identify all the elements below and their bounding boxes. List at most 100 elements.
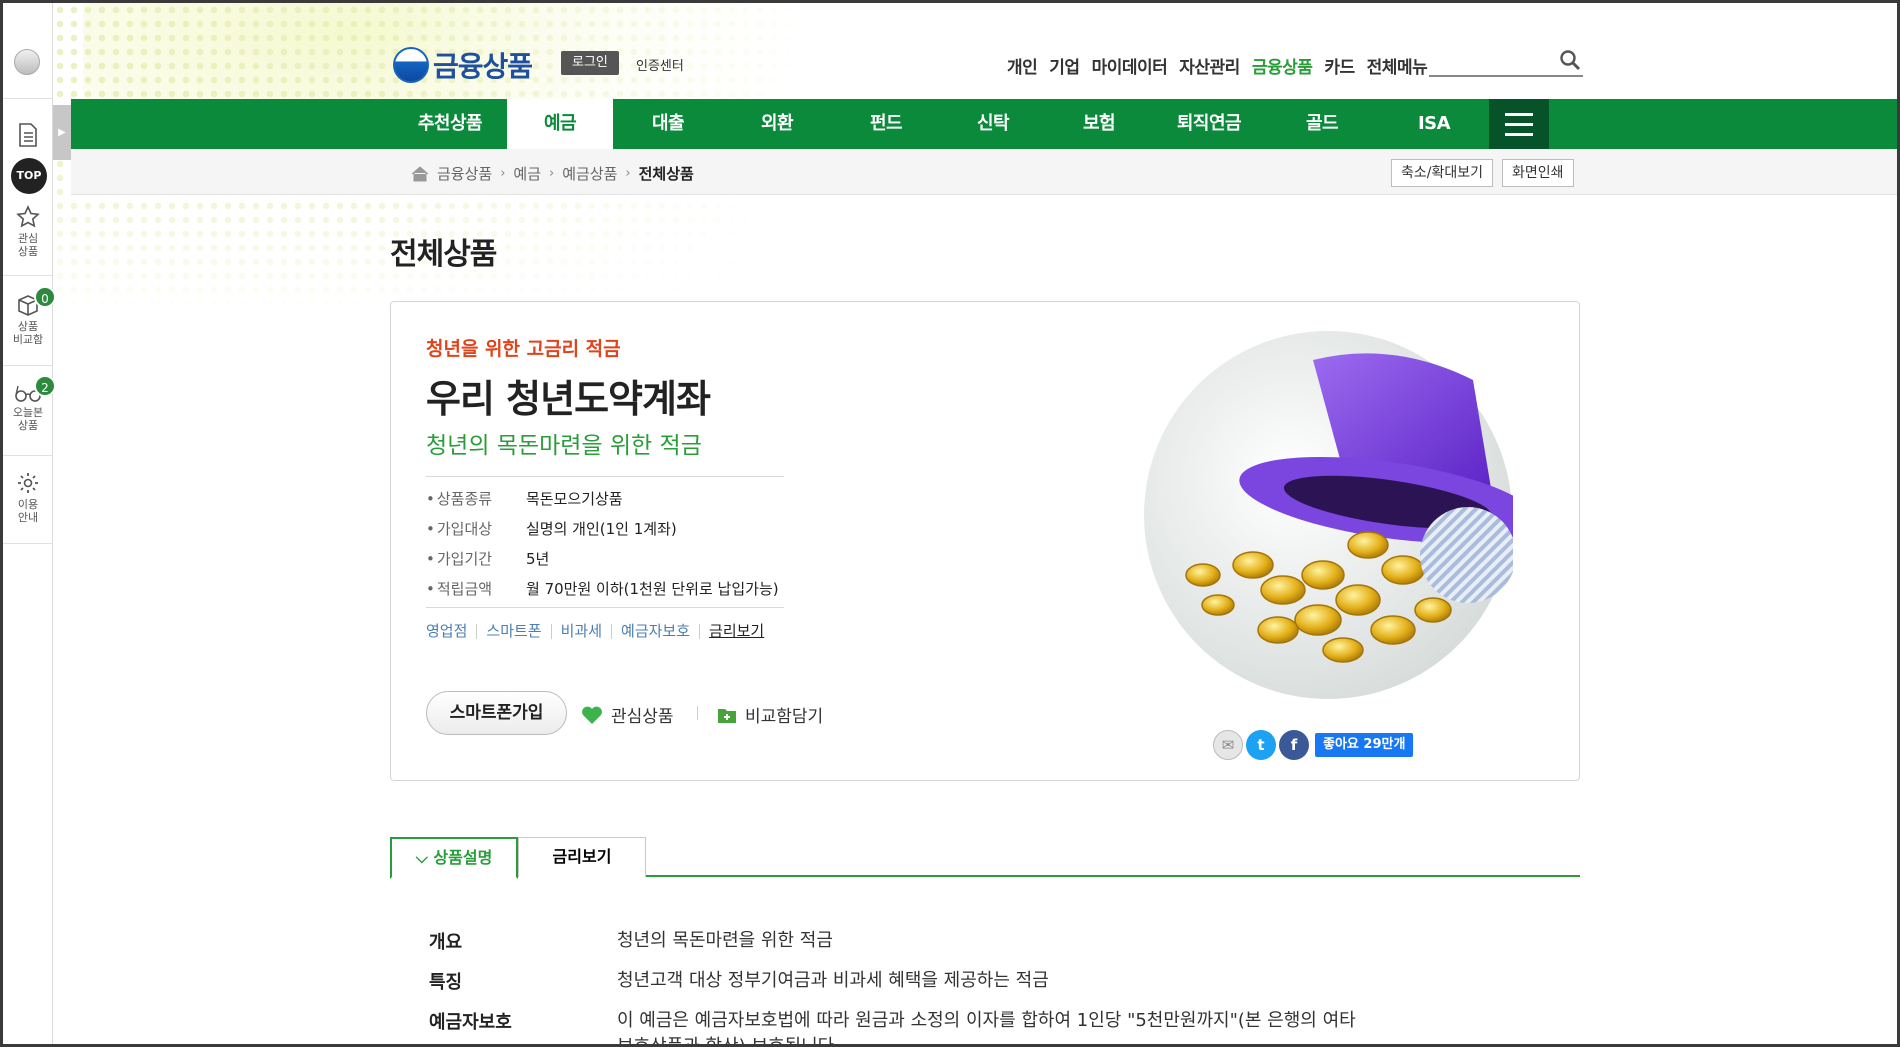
gnb-loan[interactable]: 대출 xyxy=(613,99,723,149)
description-value: 이 예금은 예금자보호법에 따라 원금과 소정의 이자를 합하여 1인당 "5천… xyxy=(617,1010,1356,1044)
detail-tabs: ⌵ 상품설명 금리보기 xyxy=(390,837,1580,879)
info-key: 가입기간 xyxy=(426,548,526,569)
description-key: 예금자보호 xyxy=(429,1012,512,1033)
zoom-button[interactable]: 축소/확대보기 xyxy=(1391,159,1493,187)
search-icon[interactable] xyxy=(1559,49,1581,71)
info-key: 적립금액 xyxy=(426,578,526,599)
email-share-icon[interactable]: ✉ xyxy=(1213,730,1243,760)
breadcrumb-item[interactable]: 예금 xyxy=(513,163,541,184)
tab-product-description[interactable]: ⌵ 상품설명 xyxy=(390,837,518,879)
page-title: 전체상품 xyxy=(390,237,497,272)
description-row: 예금자보호 이 예금은 예금자보호법에 따라 원금과 소정의 이자를 합하여 1… xyxy=(429,1008,1377,1044)
quick-item-document[interactable] xyxy=(3,123,53,150)
breadcrumb-bar: 금융상품 › 예금 › 예금상품 › 전체상품 축소/확대보기 화면인쇄 xyxy=(71,149,1897,195)
topnav-card[interactable]: 카드 xyxy=(1324,53,1355,78)
hamburger-menu-icon[interactable] xyxy=(1489,99,1549,149)
quick-item-guide[interactable]: 이용 안내 xyxy=(3,471,53,524)
product-info-row: 가입기간 5년 xyxy=(426,548,549,569)
gnb-forex[interactable]: 외환 xyxy=(723,99,831,149)
facebook-icon[interactable]: f xyxy=(1279,730,1309,760)
quick-menu-collapse-handle[interactable]: ▶ xyxy=(53,105,71,160)
topnav-personal[interactable]: 개인 xyxy=(1007,53,1038,78)
quick-item-label: 오늘본 상품 xyxy=(12,406,44,432)
description-key: 개요 xyxy=(429,932,463,953)
divider xyxy=(3,275,53,276)
divider xyxy=(697,706,698,720)
description-value: 청년고객 대상 정부기여금과 비과세 혜택을 제공하는 적금 xyxy=(617,970,1049,991)
divider xyxy=(3,455,53,456)
compare-button[interactable]: 비교함담기 xyxy=(717,702,823,727)
topnav-mydata[interactable]: 마이데이터 xyxy=(1092,53,1168,78)
description-key: 특징 xyxy=(429,972,463,993)
browser-viewport: TOP 관심 상품 상품 비교함 0 오늘본 상품 2 이용 안내 ▶ 금융상품… xyxy=(3,3,1897,1044)
quick-menu-bar: TOP 관심 상품 상품 비교함 0 오늘본 상품 2 이용 안내 xyxy=(3,3,56,1044)
divider xyxy=(3,543,53,544)
gnb-recommended[interactable]: 추천상품 xyxy=(393,99,507,149)
breadcrumb-item[interactable]: 금융상품 xyxy=(437,163,492,184)
tag-deposit-protection: 예금자보호 xyxy=(611,624,699,639)
quick-menu-toggle-icon[interactable] xyxy=(14,49,40,75)
gnb-pension[interactable]: 퇴직연금 xyxy=(1153,99,1265,149)
smartphone-join-button[interactable]: 스마트폰가입 xyxy=(426,691,567,735)
cert-center-link[interactable]: 인증센터 xyxy=(636,55,684,74)
scroll-top-button[interactable]: TOP xyxy=(11,158,47,194)
favorite-button[interactable]: 관심상품 xyxy=(581,702,674,727)
recent-count-badge: 2 xyxy=(34,375,56,397)
breadcrumb-separator: › xyxy=(500,166,506,181)
breadcrumb-item[interactable]: 예금상품 xyxy=(562,163,617,184)
compare-label: 비교함담기 xyxy=(745,707,824,727)
top-navigation: 개인 기업 마이데이터 자산관리 금융상품 카드 전체메뉴 xyxy=(1007,53,1428,78)
divider xyxy=(3,365,53,366)
rate-view-link[interactable]: 금리보기 xyxy=(699,624,773,639)
product-card: 청년을 위한 고금리 적금 우리 청년도약계좌 청년의 목돈마련을 위한 적금 … xyxy=(390,301,1580,781)
twitter-icon[interactable]: t xyxy=(1246,730,1276,760)
tag-branch: 영업점 xyxy=(426,622,468,640)
topnav-corporate[interactable]: 기업 xyxy=(1049,53,1080,78)
quick-item-label: 관심 상품 xyxy=(17,232,39,258)
facebook-like-button[interactable]: 좋아요 29만개 xyxy=(1315,733,1414,757)
gnb-isa[interactable]: ISA xyxy=(1379,99,1489,149)
topnav-products[interactable]: 금융상품 xyxy=(1252,53,1313,78)
share-bar: ✉ t f 좋아요 29만개 xyxy=(1213,730,1414,760)
print-button[interactable]: 화면인쇄 xyxy=(1502,159,1574,187)
logo-text: 금융상품 xyxy=(433,50,533,83)
search-input[interactable] xyxy=(1429,47,1583,77)
bank-logo-icon xyxy=(393,47,429,83)
breadcrumb-separator: › xyxy=(625,166,631,181)
gnb-deposit[interactable]: 예금 xyxy=(507,99,613,149)
info-value: 5년 xyxy=(526,550,550,568)
gnb-fund[interactable]: 펀드 xyxy=(831,99,941,149)
favorite-label: 관심상품 xyxy=(611,707,674,727)
divider xyxy=(3,98,53,99)
gnb-trust[interactable]: 신탁 xyxy=(941,99,1045,149)
folder-add-icon xyxy=(718,708,736,723)
topnav-all-menu[interactable]: 전체메뉴 xyxy=(1367,53,1428,78)
info-key: 상품종류 xyxy=(426,488,526,509)
document-icon xyxy=(19,123,37,147)
info-key: 가입대상 xyxy=(426,518,526,539)
quick-item-favorites[interactable]: 관심 상품 xyxy=(3,205,53,258)
description-row: 특징 청년고객 대상 정부기여금과 비과세 혜택을 제공하는 적금 xyxy=(429,968,1377,994)
description-value: 청년의 목돈마련을 위한 적금 xyxy=(617,930,833,951)
chevron-down-icon: ⌵ xyxy=(415,848,434,867)
site-logo[interactable]: 금융상품 xyxy=(393,45,533,85)
tab-rate-view[interactable]: 금리보기 xyxy=(518,837,646,877)
description-row: 개요 청년의 목돈마련을 위한 적금 xyxy=(429,928,1377,954)
home-icon[interactable] xyxy=(411,165,429,182)
product-tagline: 청년을 위한 고금리 적금 xyxy=(426,338,621,360)
tab-label: 상품설명 xyxy=(433,848,493,867)
gnb-gold[interactable]: 골드 xyxy=(1265,99,1379,149)
topnav-asset[interactable]: 자산관리 xyxy=(1179,53,1240,78)
product-image xyxy=(1144,331,1513,699)
tag-smartphone: 스마트폰 xyxy=(476,624,550,639)
quick-item-label: 이용 안내 xyxy=(17,498,39,524)
quick-item-label: 상품 비교함 xyxy=(12,320,44,346)
product-info-row: 상품종류 목돈모으기상품 xyxy=(426,488,623,509)
gnb-insurance[interactable]: 보험 xyxy=(1045,99,1153,149)
gear-icon xyxy=(18,473,38,493)
breadcrumb-separator: › xyxy=(549,166,555,181)
info-value: 월 70만원 이하(1천원 단위로 납입가능) xyxy=(526,580,779,598)
divider xyxy=(426,607,784,608)
login-button[interactable]: 로그인 xyxy=(561,51,619,75)
product-description: 청년의 목돈마련을 위한 적금 xyxy=(426,433,702,459)
